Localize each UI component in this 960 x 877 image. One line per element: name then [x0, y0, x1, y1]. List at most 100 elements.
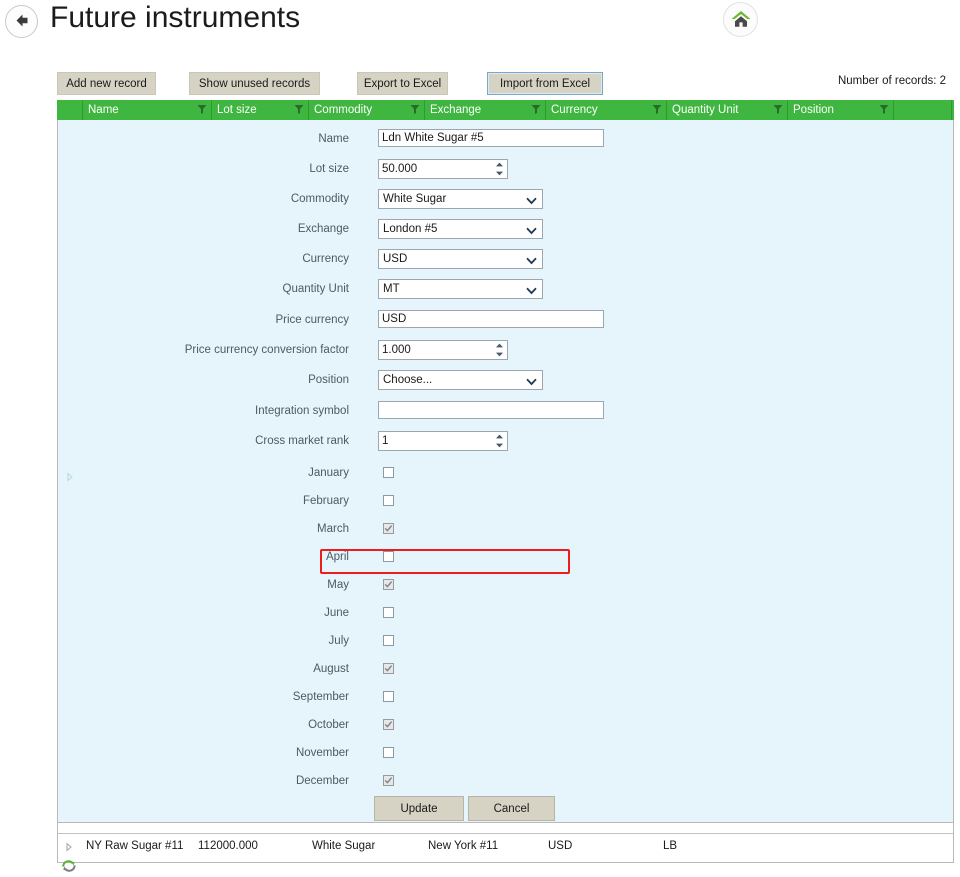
checkbox-month-january[interactable]: [383, 467, 394, 478]
grid-column-label: Position: [793, 104, 834, 116]
grid-column-header-exchange[interactable]: Exchange: [425, 100, 546, 120]
page-title: Future instruments: [50, 1, 301, 34]
month-row: November: [58, 743, 953, 763]
filter-icon[interactable]: [197, 104, 207, 115]
chevron-down-icon[interactable]: [526, 284, 537, 295]
toolbar: Add new record Show unused records Expor…: [0, 72, 960, 96]
table-cell: USD: [548, 840, 573, 852]
filter-icon[interactable]: [652, 104, 662, 115]
label-price-currency: Price currency: [275, 314, 350, 326]
table-cell: LB: [663, 840, 678, 852]
refresh-icon[interactable]: [60, 858, 78, 874]
month-row: January: [58, 463, 953, 483]
chevron-down-icon[interactable]: [526, 194, 537, 205]
label-month-december: December: [295, 775, 349, 787]
position-selected-value: Choose...: [383, 374, 433, 386]
home-button[interactable]: [723, 2, 758, 37]
cross-market-rank-stepper[interactable]: [378, 431, 508, 451]
stepper-arrows-icon[interactable]: [495, 343, 504, 357]
grid-column-header-currency[interactable]: Currency: [546, 100, 667, 120]
table-cell: NY Raw Sugar #11: [86, 840, 184, 852]
grid-column-header-lot-size[interactable]: Lot size: [212, 100, 309, 120]
label-quantity-unit: Quantity Unit: [282, 283, 349, 295]
grid-column-header-name[interactable]: Name: [83, 100, 212, 120]
table-cell: New York #11: [428, 840, 499, 852]
month-row: March: [58, 519, 953, 539]
form-row-price-currency: Price currency: [58, 310, 953, 330]
filter-icon[interactable]: [531, 104, 541, 115]
grid-column-header-spacer[interactable]: [57, 100, 83, 120]
checkbox-month-october[interactable]: [383, 719, 394, 730]
form-row-quantity-unit: Quantity Unit MT: [58, 279, 953, 299]
checkbox-month-december[interactable]: [383, 775, 394, 786]
form-row-integration-symbol: Integration symbol: [58, 401, 953, 421]
lot-size-input[interactable]: [379, 160, 487, 178]
checkbox-month-february[interactable]: [383, 495, 394, 506]
price-currency-conversion-factor-stepper[interactable]: [378, 340, 508, 360]
label-month-june: June: [324, 607, 349, 619]
filter-icon[interactable]: [879, 104, 889, 115]
chevron-down-icon[interactable]: [526, 375, 537, 386]
form-row-exchange: Exchange London #5: [58, 219, 953, 239]
position-select[interactable]: Choose...: [378, 370, 543, 390]
label-month-september: September: [292, 691, 349, 703]
checkbox-month-july[interactable]: [383, 635, 394, 646]
table-row[interactable]: NY Raw Sugar #11 112000.000 White Sugar New…: [58, 833, 953, 857]
label-month-august: August: [313, 663, 349, 675]
label-month-april: April: [325, 551, 349, 563]
grid-column-header-commodity[interactable]: Commodity: [309, 100, 425, 120]
record-count-label: Number of records: 2: [837, 75, 946, 87]
filter-icon[interactable]: [773, 104, 783, 115]
commodity-select[interactable]: White Sugar: [378, 189, 543, 209]
month-row: September: [58, 687, 953, 707]
grid-column-header-quantity-unit[interactable]: Quantity Unit: [667, 100, 788, 120]
chevron-down-icon[interactable]: [526, 254, 537, 265]
checkbox-month-april[interactable]: [383, 551, 394, 562]
update-button[interactable]: Update: [374, 796, 464, 821]
add-new-record-button[interactable]: Add new record: [57, 72, 156, 95]
grid-column-header-spacer[interactable]: [894, 100, 952, 120]
cancel-button[interactable]: Cancel: [468, 796, 555, 821]
filter-icon[interactable]: [294, 104, 304, 115]
month-row: April: [58, 547, 953, 567]
name-input[interactable]: [378, 129, 604, 147]
back-button[interactable]: [5, 5, 38, 38]
show-unused-records-button[interactable]: Show unused records: [189, 72, 320, 95]
price-currency-input[interactable]: [378, 310, 604, 328]
integration-symbol-input[interactable]: [378, 401, 604, 419]
grid-column-label: Lot size: [217, 104, 257, 116]
checkbox-month-august[interactable]: [383, 663, 394, 674]
stepper-arrows-icon[interactable]: [495, 162, 504, 176]
grid-column-label: Exchange: [430, 104, 482, 116]
month-row: December: [58, 771, 953, 791]
page-header: Future instruments: [0, 0, 960, 56]
checkbox-month-september[interactable]: [383, 691, 394, 702]
arrow-left-icon: [12, 11, 31, 33]
export-to-excel-button[interactable]: Export to Excel: [357, 72, 448, 95]
currency-select[interactable]: USD: [378, 249, 543, 269]
cross-market-rank-input[interactable]: [379, 432, 487, 450]
checkbox-month-november[interactable]: [383, 747, 394, 758]
label-name: Name: [318, 133, 349, 145]
grid-column-label: Currency: [551, 104, 598, 116]
checkbox-month-march[interactable]: [383, 523, 394, 534]
checkbox-month-may[interactable]: [383, 579, 394, 590]
exchange-select[interactable]: London #5: [378, 219, 543, 239]
grid-column-header-position[interactable]: Position: [788, 100, 894, 120]
commodity-selected-value: White Sugar: [383, 193, 447, 205]
price-currency-conversion-factor-input[interactable]: [379, 341, 487, 359]
quantity-unit-selected-value: MT: [383, 283, 400, 295]
month-row: August: [58, 659, 953, 679]
label-lot-size: Lot size: [309, 163, 349, 175]
label-month-july: July: [328, 635, 349, 647]
checkbox-month-june[interactable]: [383, 607, 394, 618]
chevron-down-icon[interactable]: [526, 224, 537, 235]
quantity-unit-select[interactable]: MT: [378, 279, 543, 299]
label-month-may: May: [327, 579, 349, 591]
lot-size-stepper[interactable]: [378, 159, 508, 179]
import-from-excel-button[interactable]: Import from Excel: [487, 72, 603, 95]
row-expander-icon[interactable]: [64, 841, 74, 852]
stepper-arrows-icon[interactable]: [495, 434, 504, 448]
form-row-currency: Currency USD: [58, 249, 953, 269]
filter-icon[interactable]: [410, 104, 420, 115]
